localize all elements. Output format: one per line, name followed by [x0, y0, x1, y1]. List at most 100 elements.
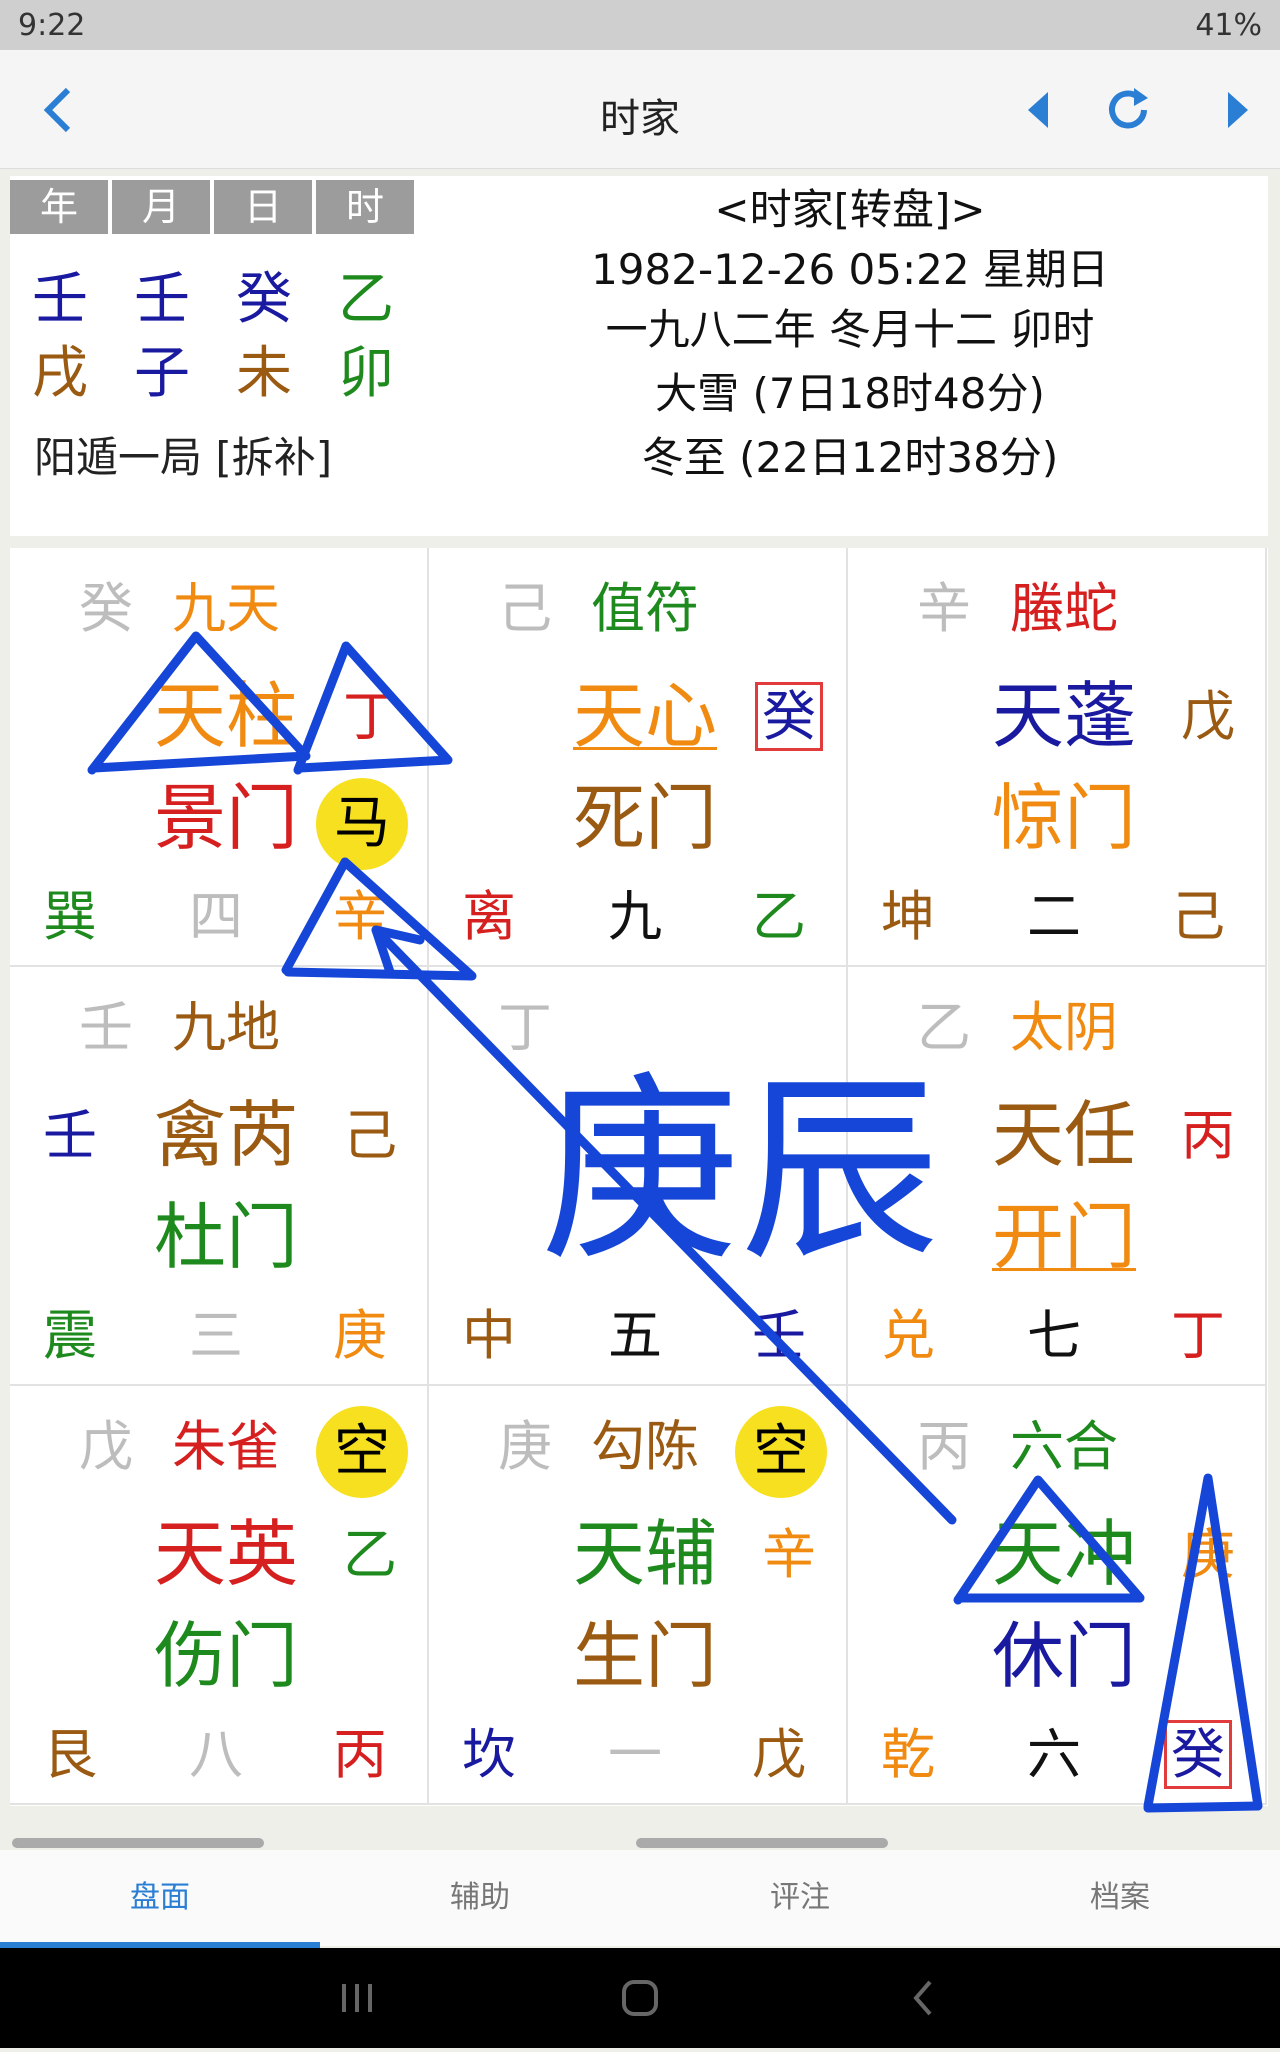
star: 天辅	[572, 1512, 717, 1596]
scroll-indicator-right	[636, 1838, 888, 1848]
deity: 九地	[172, 996, 280, 1059]
chart-type-title: <时家[转盘]>	[714, 185, 986, 234]
tab-comments[interactable]: 评注	[640, 1850, 960, 1946]
star: 天冲	[991, 1512, 1136, 1596]
door: 伤门	[153, 1614, 298, 1698]
pillar-year-branch: 戌	[32, 341, 88, 406]
palace-cell: 己值符 天心癸死门离 九 乙	[429, 548, 848, 967]
deity: 值符	[591, 577, 699, 640]
palace-number: 六	[1027, 1723, 1081, 1786]
palace-cell: 乙太阴 天任丙开门兑 七 丁	[848, 967, 1267, 1386]
palace-cell: 辛螣蛇 天蓬戊惊门坤 二 己	[848, 548, 1267, 967]
deity: 朱雀	[172, 1415, 280, 1478]
earth-stem: 辛	[333, 885, 387, 948]
star: 禽芮	[153, 1093, 298, 1177]
star-stem: 癸	[729, 682, 849, 751]
pillar-day-branch: 未	[236, 341, 292, 406]
top-left-stem: 庚	[498, 1415, 552, 1478]
top-left-stem: 辛	[917, 577, 971, 640]
top-left-stem: 壬	[79, 996, 133, 1059]
door: 休门	[991, 1614, 1136, 1698]
star: 天柱	[153, 674, 298, 758]
star-stem: 丁	[343, 685, 397, 748]
door: 景门	[153, 776, 298, 860]
palace-cell: 空 戊朱雀 天英乙伤门艮 八 丙	[10, 1386, 429, 1805]
pillar-month-head: 月	[112, 180, 210, 234]
tab-archive[interactable]: 档案	[960, 1850, 1280, 1946]
palace-number: 八	[189, 1723, 243, 1786]
home-icon[interactable]	[622, 1980, 658, 2016]
recent-apps-icon[interactable]	[342, 1984, 372, 2012]
pillar-month-stem: 壬	[134, 267, 190, 332]
palace-cell: 丙六合 天冲庚休门乾 六癸	[848, 1386, 1267, 1805]
palace-number: 二	[1027, 885, 1081, 948]
trigram: 震	[43, 1304, 97, 1367]
nav-back-icon[interactable]	[913, 1980, 932, 2016]
prev-triangle-icon[interactable]	[1010, 80, 1070, 140]
earth-stem: 乙	[752, 885, 806, 948]
deity: 九天	[172, 577, 280, 640]
palace-cell: 马 癸九天 天柱丁景门巽 四 辛	[10, 548, 429, 967]
trigram: 兑	[881, 1304, 935, 1367]
pillar-hour-stem: 乙	[338, 267, 394, 332]
star-stem: 乙	[343, 1523, 397, 1586]
deity: 螣蛇	[1010, 577, 1118, 640]
palace-cell: 丁中 五 壬	[429, 967, 848, 1386]
chart-info-panel: 年 月 日 时 壬 壬 癸 乙 戌 子 未 卯 阳遁一局 [拆补] <时家[转盘…	[10, 176, 1268, 536]
system-nav-bar	[0, 1948, 1280, 2048]
top-left-stem: 己	[498, 577, 552, 640]
bottom-tab-bar: 盘面 辅助 评注 档案	[0, 1850, 1280, 1946]
deity: 太阴	[1010, 996, 1118, 1059]
pillar-hour-branch: 卯	[338, 341, 394, 406]
star-stem: 戊	[1181, 685, 1235, 748]
deity: 勾陈	[591, 1415, 699, 1478]
palace-number: 七	[1027, 1304, 1081, 1367]
top-left-stem: 乙	[917, 996, 971, 1059]
trigram: 中	[462, 1304, 516, 1367]
trigram: 巽	[43, 885, 97, 948]
star-stem: 庚	[1181, 1523, 1235, 1586]
earth-stem: 戊	[752, 1723, 806, 1786]
star-stem: 己	[343, 1104, 397, 1167]
status-bar: 9:22 41%	[0, 0, 1280, 50]
top-left-stem: 癸	[79, 577, 133, 640]
void-marker: 空	[735, 1406, 827, 1498]
void-marker: 空	[316, 1406, 408, 1498]
earth-stem: 庚	[333, 1304, 387, 1367]
earth-stem: 丁	[1171, 1304, 1225, 1367]
star: 天心	[572, 674, 717, 758]
tab-assist[interactable]: 辅助	[320, 1850, 640, 1946]
solar-term-2: 冬至 (22日12时38分)	[641, 433, 1059, 482]
door: 开门	[991, 1195, 1136, 1279]
next-triangle-icon[interactable]	[1210, 80, 1270, 140]
pillar-hour-head: 时	[316, 180, 414, 234]
refresh-icon[interactable]	[1100, 80, 1160, 140]
palace-cell: 壬九地 禽芮己杜门壬震三庚	[10, 967, 429, 1386]
pillar-month-branch: 子	[134, 341, 190, 406]
trigram: 离	[462, 885, 516, 948]
trigram: 坎	[462, 1723, 516, 1786]
palace-number: 一	[608, 1723, 662, 1786]
earth-stem: 癸	[1138, 1720, 1258, 1789]
palace-number: 三	[189, 1304, 243, 1367]
left-stem: 壬	[43, 1104, 97, 1167]
deity: 六合	[1010, 1415, 1118, 1478]
trigram: 艮	[43, 1723, 97, 1786]
trigram: 坤	[881, 885, 935, 948]
palace-number: 四	[189, 885, 243, 948]
earth-stem: 壬	[752, 1304, 806, 1367]
palace-number: 五	[608, 1304, 662, 1367]
status-time: 9:22	[18, 8, 86, 43]
tab-board[interactable]: 盘面	[0, 1850, 320, 1946]
top-left-stem: 丁	[498, 996, 552, 1059]
palace-cell: 空 庚勾陈 天辅辛生门坎 一 戊	[429, 1386, 848, 1805]
palace-grid: 马癸九天 天柱丁景门巽四辛己值符 天心癸死门离九乙辛螣蛇 天蓬戊惊门坤二己壬九地 禽芮己…	[10, 548, 1268, 1806]
page-title: 时家	[600, 96, 680, 142]
star: 天任	[991, 1093, 1136, 1177]
pillar-year-stem: 壬	[32, 267, 88, 332]
pillar-year-head: 年	[10, 180, 108, 234]
lunar-date-line: 一九八二年 冬月十二 卯时	[605, 305, 1095, 354]
door: 杜门	[153, 1195, 298, 1279]
top-left-stem: 丙	[917, 1415, 971, 1478]
star-stem: 辛	[762, 1523, 816, 1586]
